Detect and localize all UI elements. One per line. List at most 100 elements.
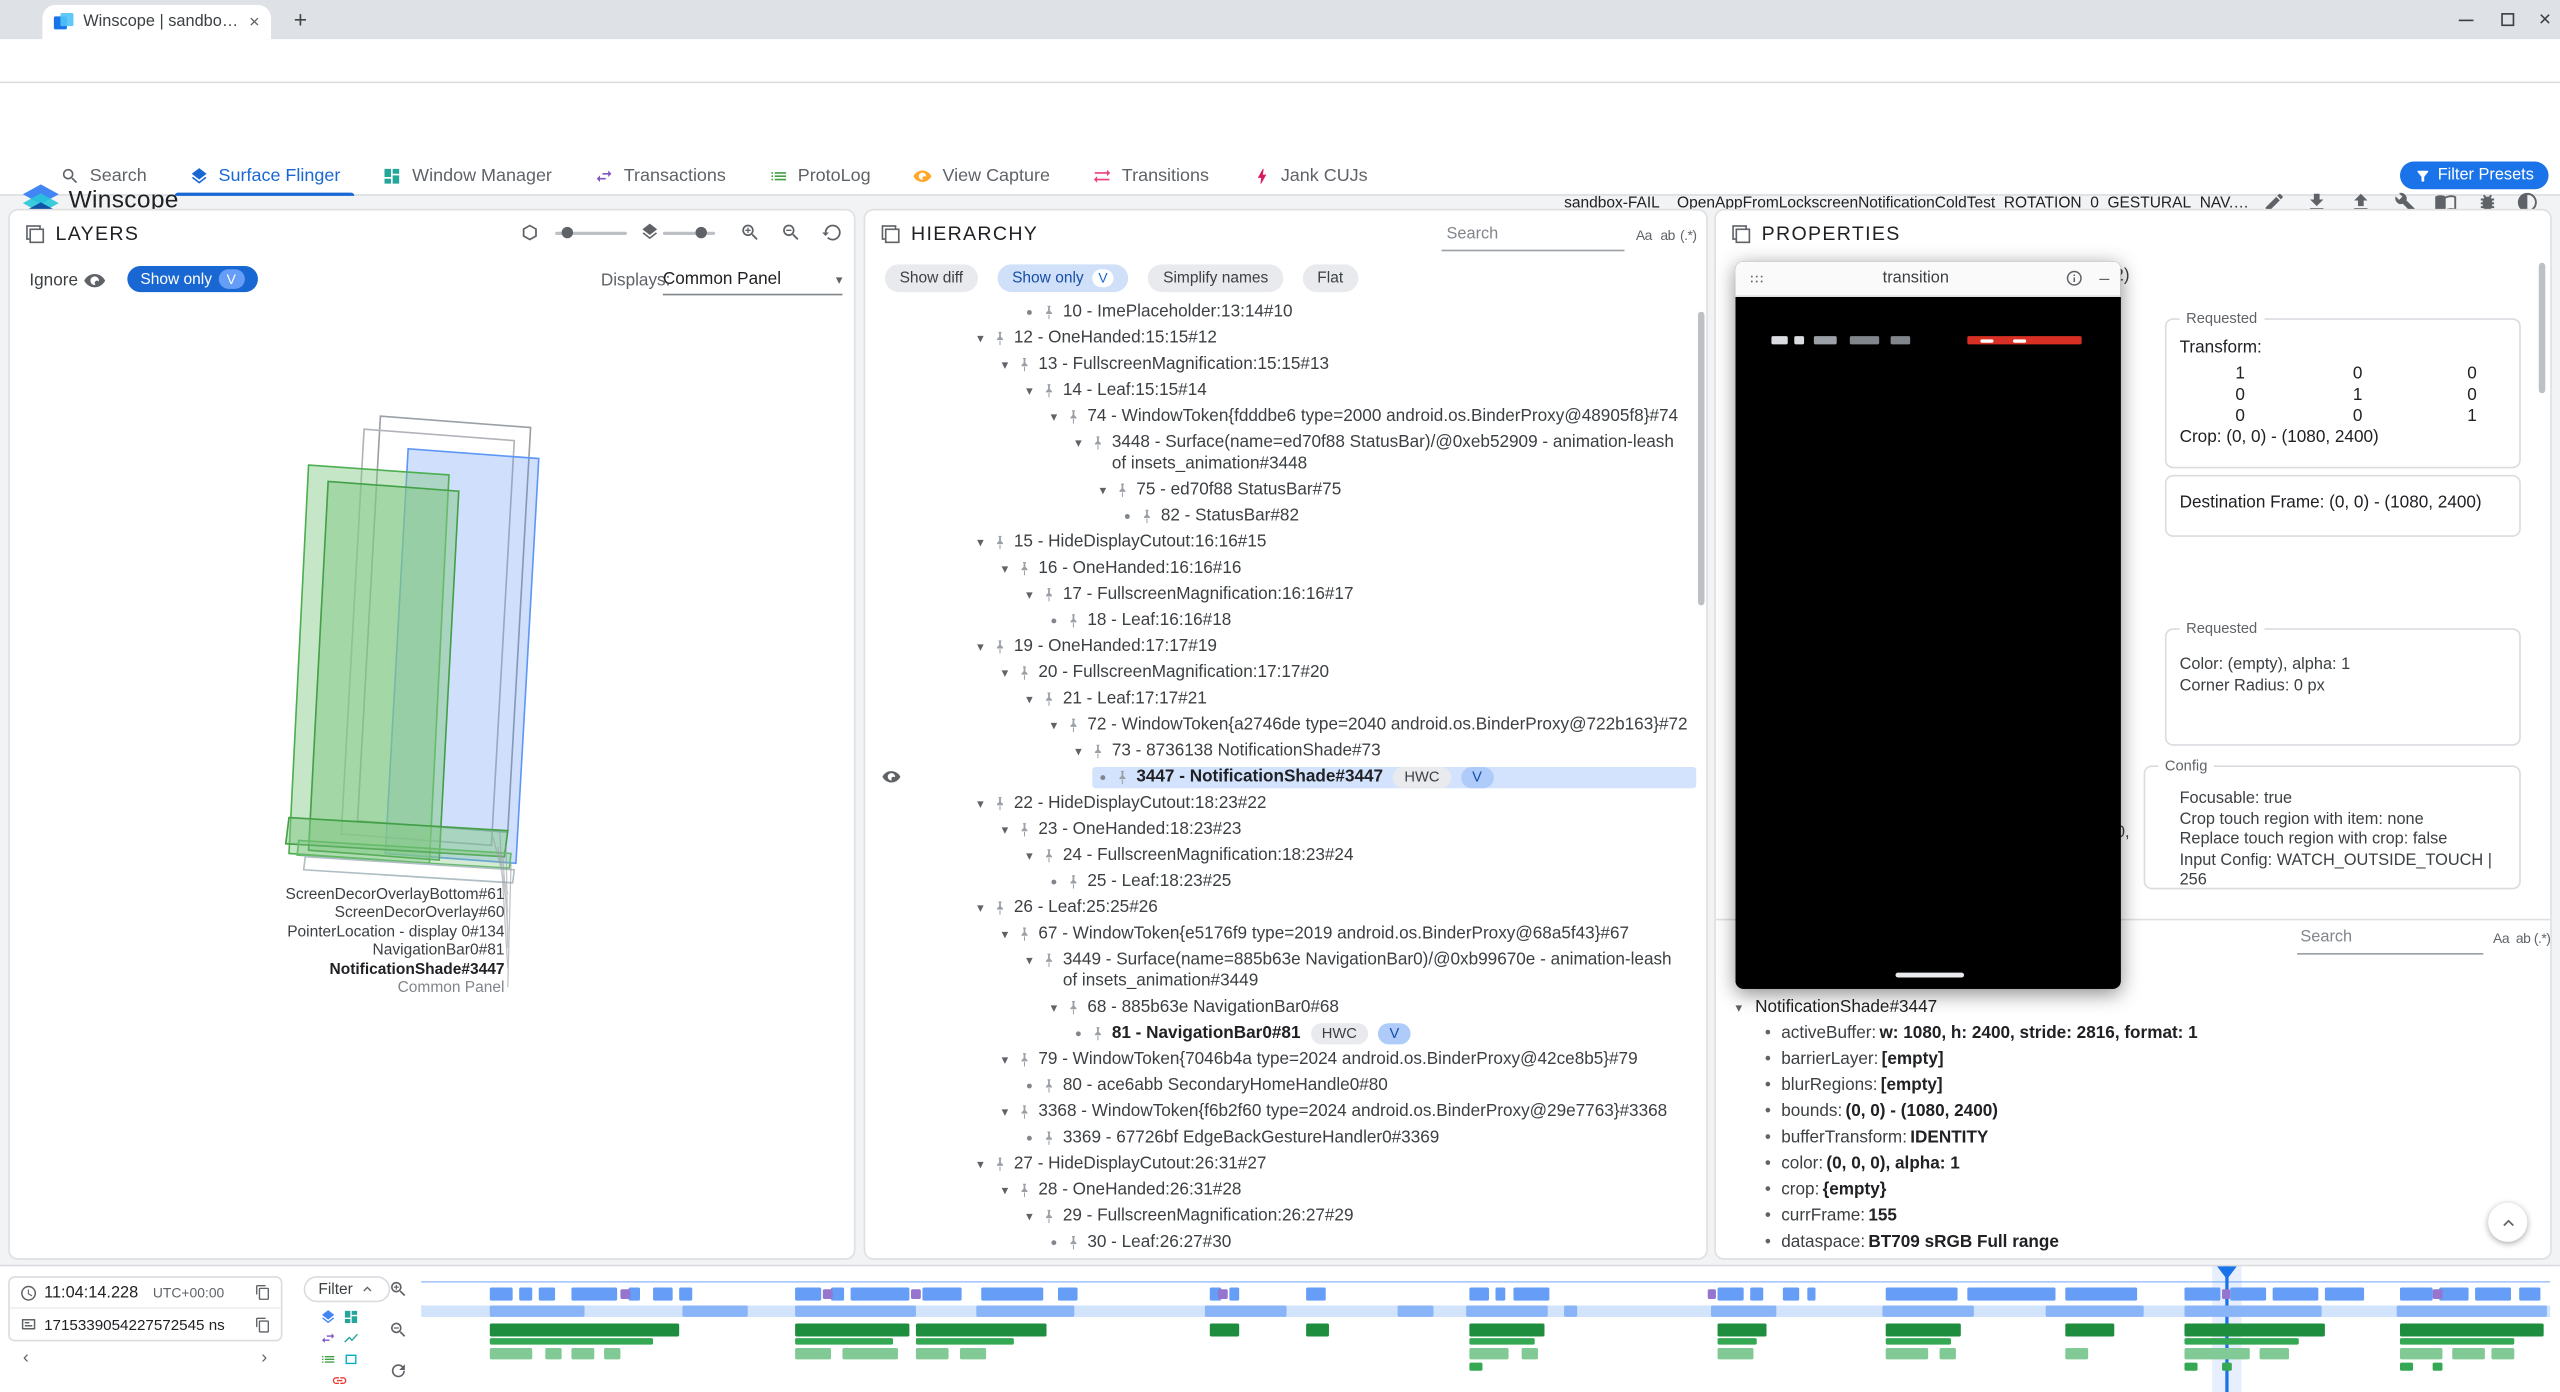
collapse-arrow[interactable]: ▾	[1019, 583, 1040, 604]
pin-icon[interactable]	[1113, 766, 1131, 786]
layer-label[interactable]: PointerLocation - display 0#134	[10, 923, 505, 942]
collapse-arrow[interactable]: ▾	[994, 1101, 1015, 1122]
layer-label[interactable]: Common Panel	[10, 979, 505, 998]
minimize-overlay-icon[interactable]: –	[2099, 268, 2109, 288]
ignore-visibility-icon[interactable]	[83, 269, 106, 292]
collapse-arrow[interactable]: ▾	[1019, 949, 1040, 970]
pin-icon[interactable]	[1089, 432, 1107, 452]
nav-tab-protolog[interactable]: ProtoLog	[747, 155, 892, 196]
regex-icon[interactable]: (.*)	[1680, 227, 1697, 243]
timeline-zoom-in-icon[interactable]	[389, 1279, 409, 1299]
tab-close-icon[interactable]: ×	[249, 12, 260, 32]
hierarchy-search-input[interactable]: Search	[1447, 225, 1499, 243]
hierarchy-node[interactable]: ▾3448 - Surface(name=ed70f88 StatusBar)/…	[865, 429, 1696, 476]
property-item[interactable]: •currFrame:155	[1765, 1206, 2537, 1232]
pin-icon[interactable]	[1016, 1179, 1034, 1199]
new-tab-button[interactable]: +	[287, 7, 313, 33]
transition-overlay-window[interactable]: transition –	[1736, 261, 2121, 989]
collapse-arrow[interactable]: ▾	[1019, 845, 1040, 866]
properties-scrollbar[interactable]	[2539, 263, 2546, 394]
zoom-in-icon[interactable]	[740, 222, 761, 243]
reset-view-icon[interactable]	[821, 222, 842, 243]
collapse-arrow[interactable]: ▾	[970, 1153, 991, 1174]
hierarchy-node[interactable]: ▾15 - HideDisplayCutout:16:16#15	[865, 529, 1696, 555]
nav-tab-view-capture[interactable]: View Capture	[892, 155, 1071, 196]
pin-icon[interactable]	[1040, 1075, 1058, 1095]
show-diff-chip[interactable]: Show diff	[885, 264, 978, 292]
visibility-icon[interactable]	[882, 767, 902, 787]
collapse-arrow[interactable]: ▾	[1043, 996, 1064, 1017]
displays-select[interactable]: Common Panel ▾	[663, 264, 843, 295]
pin-icon[interactable]	[1089, 740, 1107, 760]
collapse-panel-icon[interactable]	[1732, 224, 1750, 242]
hierarchy-node[interactable]: 81 - NavigationBar0#81HWCV	[865, 1020, 1696, 1046]
spacing-slider[interactable]	[663, 232, 715, 235]
properties-search-input[interactable]: Search	[2300, 929, 2352, 947]
collapse-arrow[interactable]: ▾	[970, 531, 991, 552]
collapse-arrow[interactable]: ▾	[1068, 740, 1089, 761]
pin-icon[interactable]	[991, 897, 1009, 917]
hierarchy-node[interactable]: ▾79 - WindowToken{7046b4a type=2024 andr…	[865, 1046, 1696, 1072]
collapse-arrow[interactable]: ▾	[1043, 406, 1064, 427]
pin-icon[interactable]	[1138, 505, 1156, 525]
layer-label[interactable]: NavigationBar0#81	[10, 942, 505, 961]
pin-icon[interactable]	[1113, 479, 1131, 499]
overlay-title-bar[interactable]: transition –	[1736, 261, 2121, 297]
show-only-toggle[interactable]: Show only V	[127, 266, 257, 292]
collapse-arrow[interactable]: ▾	[1043, 714, 1064, 735]
collapse-arrow[interactable]: ▾	[1092, 479, 1113, 500]
hierarchy-node[interactable]: ▾3368 - WindowToken{f6b2f60 type=2024 an…	[865, 1098, 1696, 1124]
pin-icon[interactable]	[1016, 923, 1034, 943]
pin-icon[interactable]	[991, 1153, 1009, 1173]
copy-icon[interactable]	[255, 1284, 271, 1300]
hierarchy-node[interactable]: 3447 - NotificationShade#3447HWCV	[865, 764, 1696, 790]
hierarchy-node[interactable]: 3369 - 67726bf EdgeBackGestureHandler0#3…	[865, 1124, 1696, 1150]
property-item[interactable]: •color:(0, 0, 0), alpha: 1	[1765, 1154, 2537, 1180]
drag-handle-icon[interactable]	[1747, 268, 1767, 288]
hierarchy-node[interactable]: ▾72 - WindowToken{a2746de type=2040 andr…	[865, 712, 1696, 738]
rotation-slider-thumb[interactable]	[562, 227, 573, 238]
collapse-arrow[interactable]: ▾	[994, 1179, 1015, 1200]
pin-icon[interactable]	[1016, 662, 1034, 682]
property-item[interactable]: •blurRegions:[empty]	[1765, 1075, 2537, 1101]
selected-node-name[interactable]: NotificationShade#3447	[1755, 997, 1937, 1017]
hierarchy-node[interactable]: ▾28 - OneHanded:26:31#28	[865, 1177, 1696, 1203]
pin-icon[interactable]	[1040, 688, 1058, 708]
pin-icon[interactable]	[991, 531, 1009, 551]
hierarchy-node[interactable]: 80 - ace6abb SecondaryHomeHandle0#80	[865, 1072, 1696, 1098]
nav-tab-surface-flinger[interactable]: Surface Flinger	[168, 155, 362, 196]
collapse-arrow[interactable]: ▾	[1736, 1000, 1743, 1015]
simplify-names-chip[interactable]: Simplify names	[1148, 264, 1283, 292]
collapse-arrow[interactable]: ▾	[1019, 688, 1040, 709]
pin-icon[interactable]	[991, 327, 1009, 347]
property-item[interactable]: •dataspace:BT709 sRGB Full range	[1765, 1232, 2537, 1258]
hierarchy-node[interactable]: ▾67 - WindowToken{e5176f9 type=2019 andr…	[865, 920, 1696, 946]
pin-icon[interactable]	[1064, 714, 1082, 734]
property-item[interactable]: •barrierLayer:[empty]	[1765, 1049, 2537, 1075]
collapse-arrow[interactable]: ▾	[1019, 379, 1040, 400]
layer-label[interactable]: ScreenDecorOverlayBottom#61	[10, 886, 505, 905]
nav-tab-transactions[interactable]: Transactions	[573, 155, 747, 196]
pin-icon[interactable]	[1064, 610, 1082, 630]
timeline-filter-button[interactable]: Filter	[304, 1276, 391, 1302]
pin-icon[interactable]	[1089, 1022, 1107, 1042]
browser-tab[interactable]: Winscope | sandbox-FAI... ×	[42, 5, 271, 39]
hierarchy-node[interactable]: 82 - StatusBar#82	[865, 503, 1696, 529]
pin-icon[interactable]	[991, 792, 1009, 812]
hierarchy-node[interactable]: ▾74 - WindowToken{fdddbe6 type=2000 andr…	[865, 403, 1696, 429]
hierarchy-node[interactable]: ▾21 - Leaf:17:17#21	[865, 685, 1696, 711]
hierarchy-node[interactable]: ▾13 - FullscreenMagnification:15:15#13	[865, 351, 1696, 377]
collapse-arrow[interactable]: ▾	[994, 557, 1015, 578]
hierarchy-node[interactable]: ▾17 - FullscreenMagnification:16:16#17	[865, 581, 1696, 607]
collapse-arrow[interactable]: ▾	[1068, 432, 1089, 453]
hierarchy-node[interactable]: 18 - Leaf:16:16#18	[865, 607, 1696, 633]
pin-icon[interactable]	[1040, 301, 1058, 321]
pin-icon[interactable]	[1016, 557, 1034, 577]
pin-icon[interactable]	[1040, 583, 1058, 603]
hierarchy-node[interactable]: ▾14 - Leaf:15:15#14	[865, 377, 1696, 403]
flat-chip[interactable]: Flat	[1303, 264, 1358, 292]
pin-icon[interactable]	[1064, 871, 1082, 891]
hierarchy-node[interactable]: 25 - Leaf:18:23#25	[865, 868, 1696, 894]
info-icon[interactable]	[2065, 269, 2083, 287]
hierarchy-node[interactable]: 10 - ImePlaceholder:13:14#10	[865, 299, 1696, 325]
